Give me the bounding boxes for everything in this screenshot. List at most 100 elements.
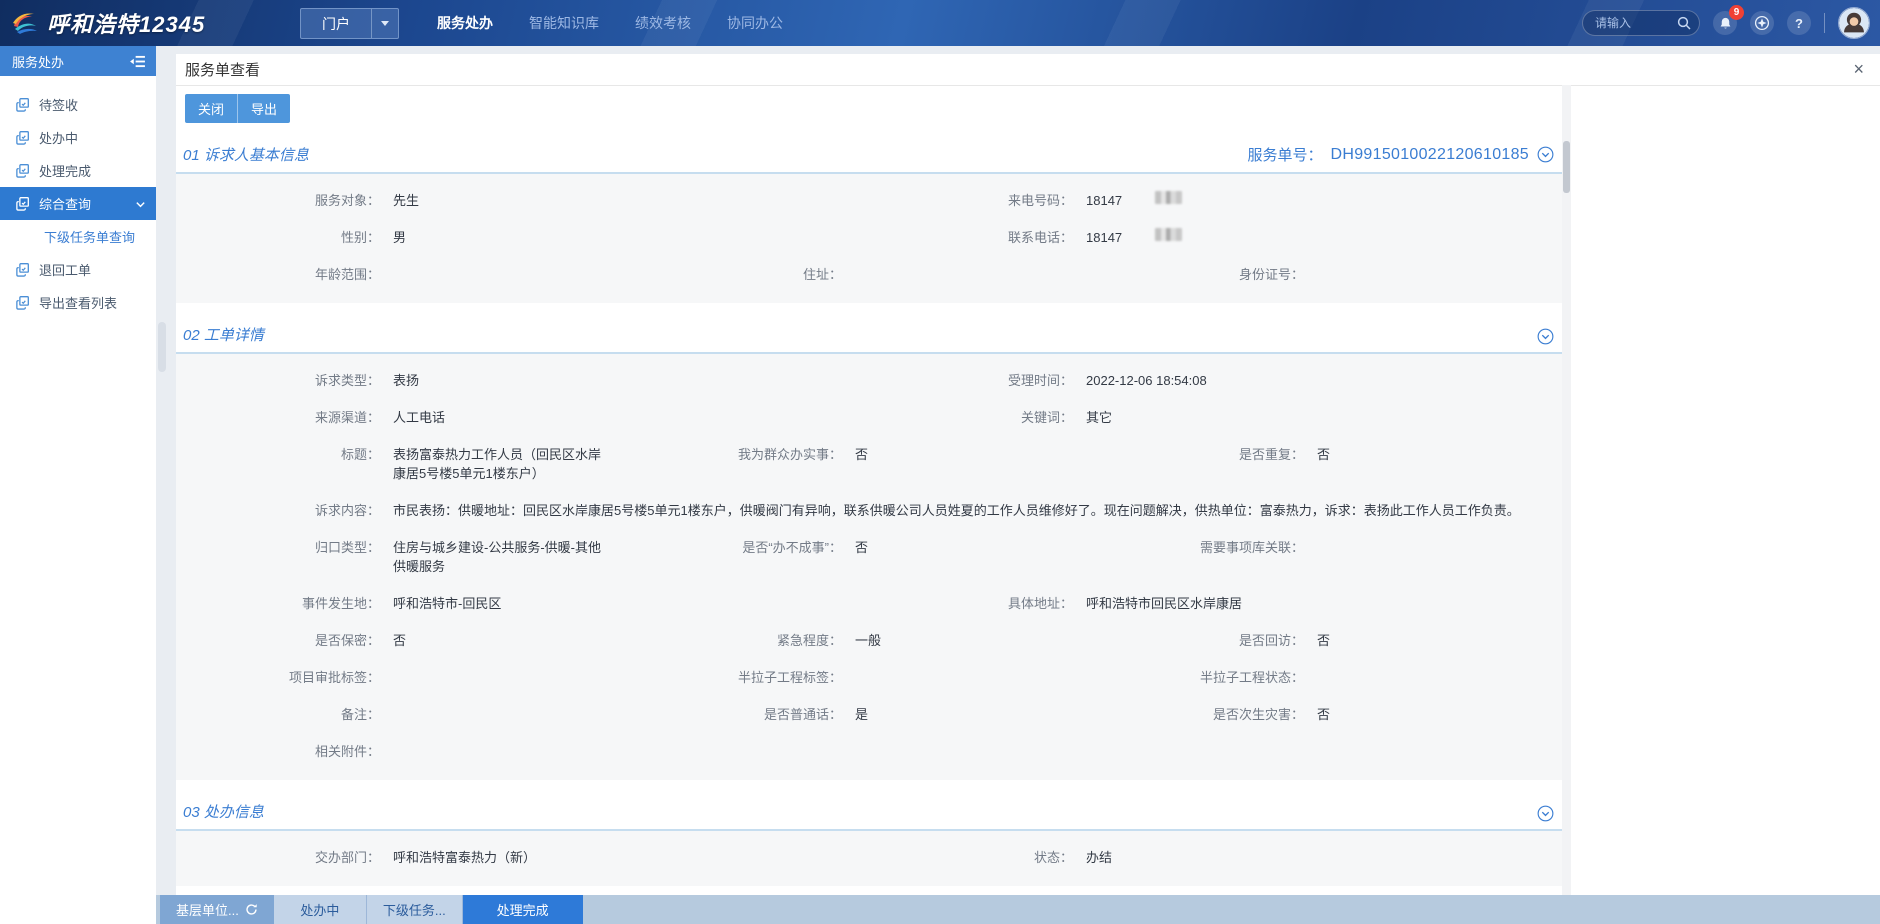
sidebar: 服务处办 待签收处办中处理完成综合查询下级任务单查询退回工单导出查看列表 (0, 46, 156, 924)
nav-item-2[interactable]: 绩效考核 (635, 13, 691, 33)
field-row: 项目审批标签： 半拉子工程标签：半拉子工程状态： (176, 659, 1562, 696)
apps-button[interactable] (1750, 11, 1774, 35)
field-row: 标题：表扬富泰热力工作人员（回民区水岸康居5号楼5单元1楼东户）我为群众办实事：… (176, 436, 1562, 492)
sidebar-item-0[interactable]: 待签收 (0, 88, 156, 121)
help-button[interactable]: ? (1787, 11, 1811, 35)
field: 相关附件： (176, 742, 638, 761)
scrollbar-thumb[interactable] (1563, 141, 1570, 193)
field-label: 是否普通话： (638, 705, 855, 724)
bottom-tab-label: 下级任务... (383, 900, 446, 919)
content-scrollbar[interactable] (1562, 85, 1571, 895)
field: 关键词：其它 (869, 408, 1562, 427)
field: 事件发生地：呼和浩特市-回民区 (176, 594, 869, 613)
export-button[interactable]: 导出 (237, 94, 290, 123)
bottom-tab-label: 处办中 (300, 900, 339, 919)
section-collapse-icon[interactable] (1537, 146, 1554, 163)
field-value: 市民表扬：供暖地址：回民区水岸康居5号楼5单元1楼东户，供暖阀门有异响，联系供暖… (393, 501, 1546, 520)
bottom-tab-2[interactable]: 下级任务... (367, 895, 463, 924)
sidebar-item-2[interactable]: 处理完成 (0, 154, 156, 187)
sidebar-item-6[interactable]: 导出查看列表 (0, 286, 156, 319)
field: 项目审批标签： (176, 668, 638, 687)
close-icon[interactable]: × (1853, 59, 1864, 79)
section-title: 01 诉求人基本信息 (183, 144, 309, 165)
field-row: 备注：是否普通话：是是否次生灾害：否 (176, 696, 1562, 733)
bottom-tab-label: 基层单位... (176, 900, 239, 919)
notifications-button[interactable]: 9 (1713, 11, 1737, 35)
field-row: 事件发生地：呼和浩特市-回民区具体地址：呼和浩特市回民区水岸康居 (176, 585, 1562, 622)
masked-value (1155, 228, 1182, 241)
app-title: 呼和浩特12345 (47, 7, 205, 39)
field: 服务对象：先生 (176, 191, 869, 210)
field: 半拉子工程标签： (638, 668, 1100, 687)
sidebar-title: 服务处办 (12, 52, 64, 71)
chevron-down-icon (381, 21, 389, 26)
section-collapse-icon[interactable] (1537, 328, 1554, 345)
field-label: 服务对象： (176, 191, 393, 210)
sidebar-item-1[interactable]: 处办中 (0, 121, 156, 154)
bottom-tab-0[interactable]: 基层单位... (160, 895, 274, 924)
sidebar-item-4[interactable]: 下级任务单查询 (0, 220, 156, 253)
field-label: 住址： (638, 265, 855, 284)
bottom-tab-label: 处理完成 (497, 900, 549, 919)
field: 性别：男 (176, 228, 869, 247)
field-value: 否 (393, 631, 432, 650)
search-icon[interactable] (1676, 15, 1692, 31)
field: 具体地址：呼和浩特市回民区水岸康居 (869, 594, 1562, 613)
field-label: 项目审批标签： (176, 668, 393, 687)
sidebar-item-label: 下级任务单查询 (44, 227, 135, 246)
field: 是否“办不成事”：否 (638, 538, 1100, 576)
field-value: 呼和浩特富泰热力（新） (393, 848, 562, 867)
field-label: 归口类型： (176, 538, 393, 557)
field: 是否普通话：是 (638, 705, 1100, 724)
field-row: 诉求类型：表扬受理时间：2022-12-06 18:54:08 (176, 362, 1562, 399)
portal-label[interactable]: 门户 (301, 9, 371, 38)
section-header-01: 01 诉求人基本信息服务单号：DH9915010022120610185 (176, 123, 1562, 174)
field: 需要事项库关联： (1100, 538, 1562, 576)
field-value: 呼和浩特市-回民区 (393, 594, 527, 613)
field-value: 呼和浩特市回民区水岸康居 (1086, 594, 1268, 613)
section-header-right (1537, 328, 1554, 345)
nav-item-3[interactable]: 协同办公 (727, 13, 783, 33)
portal-dropdown[interactable]: 门户 (300, 8, 399, 39)
field-label: 事件发生地： (176, 594, 393, 613)
portal-arrow[interactable] (371, 9, 398, 38)
field: 是否重复：否 (1100, 445, 1562, 483)
bottom-tab-1[interactable]: 处办中 (274, 895, 367, 924)
field: 备注： (176, 705, 638, 724)
nav-item-1[interactable]: 智能知识库 (529, 13, 599, 33)
field-label: 受理时间： (869, 371, 1086, 390)
field-label: 紧急程度： (638, 631, 855, 650)
sidebar-item-label: 待签收 (39, 95, 78, 114)
question-icon: ? (1795, 16, 1803, 31)
refresh-icon (245, 903, 258, 916)
field: 诉求类型：表扬 (176, 371, 869, 390)
doc-icon (15, 295, 30, 310)
section-02: 02 工单详情诉求类型：表扬受理时间：2022-12-06 18:54:08来源… (176, 303, 1562, 780)
field: 标题：表扬富泰热力工作人员（回民区水岸康居5号楼5单元1楼东户） (176, 445, 638, 483)
field-label: 联系电话： (869, 228, 1086, 247)
field-label: 年龄范围： (176, 265, 393, 284)
sidebar-item-5[interactable]: 退回工单 (0, 253, 156, 286)
sidebar-item-3[interactable]: 综合查询 (0, 187, 156, 220)
field-label: 是否重复： (1100, 445, 1317, 464)
logo-icon (10, 10, 40, 36)
field: 是否次生灾害：否 (1100, 705, 1562, 724)
bottom-tab-3[interactable]: 处理完成 (463, 895, 583, 924)
field: 是否回访：否 (1100, 631, 1562, 650)
field-label: 是否“办不成事”： (638, 538, 855, 557)
global-search (1582, 10, 1700, 36)
field: 半拉子工程状态： (1100, 668, 1562, 687)
collapse-menu-icon[interactable] (129, 55, 146, 68)
section-title: 03 处办信息 (183, 801, 264, 822)
close-button[interactable]: 关闭 (185, 94, 237, 123)
field-value: 先生 (393, 191, 445, 210)
section-collapse-icon[interactable] (1537, 805, 1554, 822)
user-avatar[interactable] (1838, 7, 1870, 39)
field-value: 表扬 (393, 371, 445, 390)
field: 我为群众办实事：否 (638, 445, 1100, 483)
field-value: 男 (393, 228, 432, 247)
sidebar-scrollbar-thumb[interactable] (158, 322, 166, 372)
field-value: 是 (855, 705, 894, 724)
doc-icon (15, 262, 30, 277)
nav-item-0[interactable]: 服务处办 (437, 13, 493, 33)
